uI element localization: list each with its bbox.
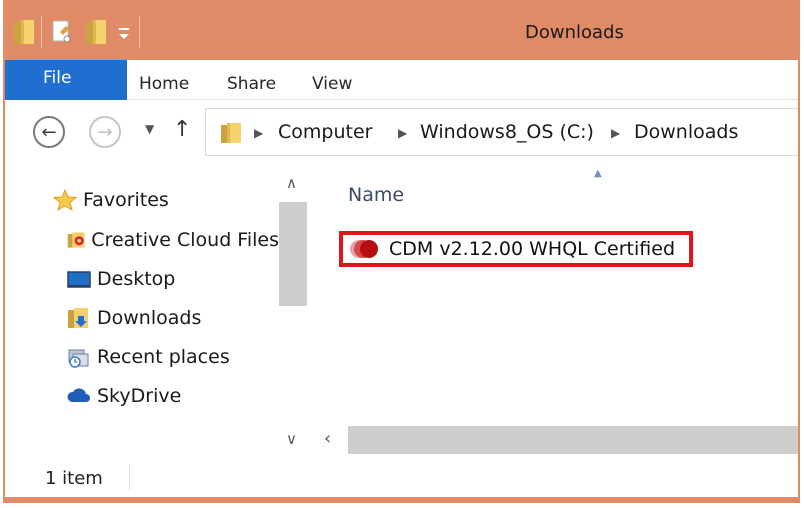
sidebar-item-label: Creative Cloud Files <box>91 229 279 251</box>
breadcrumb-downloads[interactable]: Downloads <box>634 121 738 143</box>
recent-places-icon <box>68 349 89 368</box>
item-count: 1 item <box>45 468 103 489</box>
tab-file[interactable]: File <box>5 60 127 100</box>
list-item[interactable]: CDM v2.12.00 WHQL Certified <box>339 231 693 267</box>
sidebar-item-skydrive[interactable]: SkyDrive <box>67 382 181 410</box>
folder-icon <box>221 123 241 143</box>
breadcrumb-drive[interactable]: Windows8_OS (C:) <box>420 121 594 143</box>
sidebar-item-recent-places[interactable]: Recent places <box>67 343 230 371</box>
sidebar-item-label: SkyDrive <box>97 385 182 407</box>
chevron-right-icon[interactable]: ▶ <box>254 126 263 140</box>
title-bar: Downloads <box>5 2 798 62</box>
cloud-icon <box>67 388 90 402</box>
column-header-name[interactable]: Name <box>348 184 404 206</box>
sidebar-item-label: Recent places <box>97 346 230 368</box>
sort-ascending-icon: ▲ <box>594 168 602 179</box>
address-bar: ← → ▼ ↑ ▶ Computer ▶ Windows8_OS (C:) ▶ … <box>5 100 798 164</box>
customize-dropdown-icon[interactable] <box>117 18 131 46</box>
status-bar: 1 item <box>5 454 798 501</box>
separator <box>41 16 42 48</box>
navigation-scrollbar[interactable]: ∧ ∨ <box>278 164 308 454</box>
chevron-right-icon[interactable]: ▶ <box>398 126 407 140</box>
explorer-window: Downloads File Home Share View ← → ▼ ↑ ▶… <box>3 0 800 503</box>
tab-view[interactable]: View <box>312 74 352 94</box>
scrollbar-thumb[interactable] <box>348 426 798 454</box>
installer-icon <box>350 240 378 258</box>
chevron-down-icon[interactable]: ▼ <box>145 122 154 136</box>
chevron-left-icon[interactable]: ‹ <box>324 428 331 449</box>
separator <box>129 464 130 490</box>
chevron-down-icon[interactable]: ∨ <box>286 430 297 448</box>
sidebar-item-favorites[interactable]: Favorites <box>53 186 169 214</box>
forward-button[interactable]: → <box>89 116 121 148</box>
breadcrumb-computer[interactable]: Computer <box>278 121 372 143</box>
sidebar-item-label: Favorites <box>83 189 169 211</box>
scrollbar-thumb[interactable] <box>279 202 307 306</box>
star-icon <box>53 189 77 211</box>
desktop-icon <box>67 271 91 288</box>
forward-arrow-icon: → <box>97 121 113 143</box>
back-arrow-icon: ← <box>41 121 57 143</box>
creative-cloud-folder-icon <box>67 232 85 248</box>
horizontal-scrollbar[interactable]: ‹ <box>312 426 798 454</box>
file-name: CDM v2.12.00 WHQL Certified <box>389 238 676 260</box>
sidebar-item-label: Downloads <box>97 307 202 329</box>
sidebar-item-label: Desktop <box>97 268 176 290</box>
properties-icon[interactable] <box>51 18 71 46</box>
file-list: ▲ Name CDM v2.12.00 WHQL Certified ‹ <box>312 164 798 454</box>
breadcrumb[interactable]: ▶ Computer ▶ Windows8_OS (C:) ▶ Download… <box>205 108 798 156</box>
separator <box>139 16 140 48</box>
sidebar-item-downloads[interactable]: Downloads <box>67 304 201 332</box>
chevron-right-icon[interactable]: ▶ <box>611 126 620 140</box>
window-title: Downloads <box>525 22 624 43</box>
ribbon-tabs: File Home Share View <box>5 60 798 100</box>
chevron-up-icon[interactable]: ∧ <box>286 174 297 192</box>
navigation-pane: Favorites Creative Cloud Files Desktop D… <box>5 164 312 454</box>
tab-home[interactable]: Home <box>139 74 189 94</box>
sidebar-item-creative-cloud-files[interactable]: Creative Cloud Files <box>67 226 279 254</box>
sidebar-item-desktop[interactable]: Desktop <box>67 265 175 293</box>
tab-share[interactable]: Share <box>227 74 276 94</box>
downloads-folder-icon <box>68 308 88 328</box>
folder-icon[interactable] <box>13 18 35 46</box>
up-arrow-icon[interactable]: ↑ <box>173 117 191 142</box>
new-folder-icon[interactable] <box>85 18 107 46</box>
back-button[interactable]: ← <box>33 116 65 148</box>
